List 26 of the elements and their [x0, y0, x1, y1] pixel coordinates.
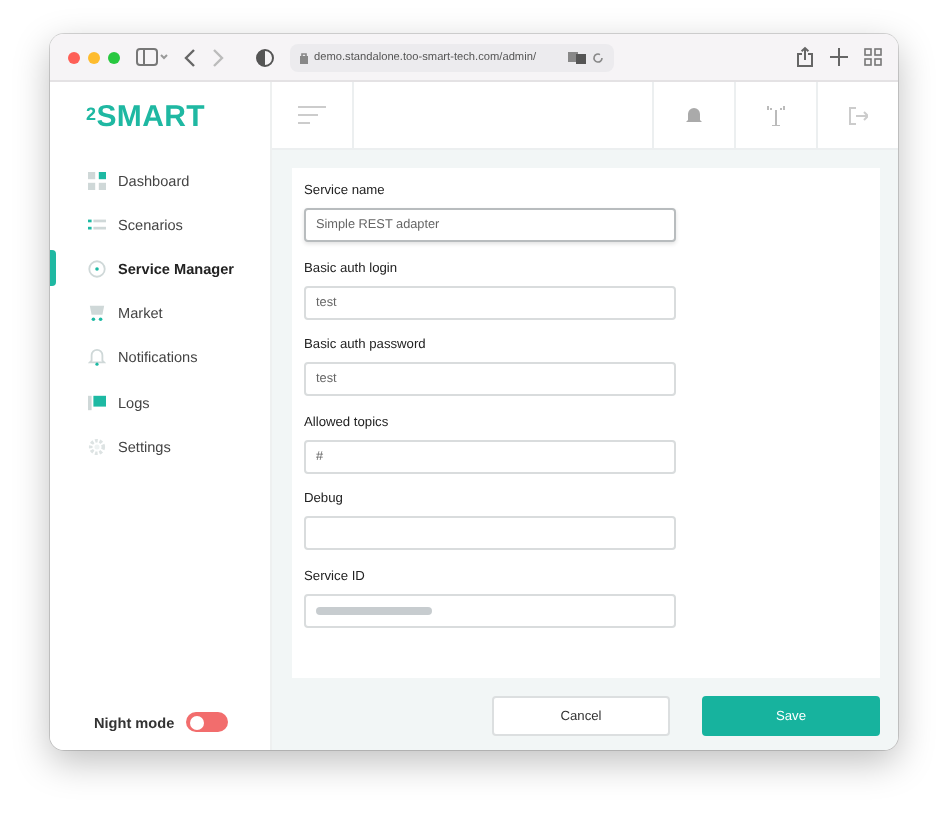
antenna-icon[interactable]	[766, 104, 786, 126]
share-icon[interactable]	[796, 46, 814, 68]
forward-icon[interactable]	[212, 47, 224, 67]
settings-icon	[88, 437, 106, 456]
sidebar-toggle-icon[interactable]	[136, 48, 168, 66]
logo: $^{2}$SMART	[84, 98, 208, 138]
menu-icon[interactable]	[298, 106, 326, 124]
bell-icon[interactable]	[686, 106, 702, 124]
circle-icon	[88, 259, 106, 278]
plus-icon[interactable]	[830, 48, 848, 66]
shield-icon[interactable]	[256, 47, 274, 67]
lock-icon	[300, 51, 308, 63]
flag-icon	[88, 393, 106, 412]
reload-icon[interactable]	[592, 51, 604, 63]
grid-icon	[88, 171, 106, 190]
back-icon[interactable]	[184, 47, 196, 67]
bell-icon	[88, 348, 106, 367]
input-field[interactable]	[304, 593, 676, 628]
translate-icon[interactable]	[568, 51, 586, 63]
input-field[interactable]	[304, 516, 676, 551]
cart-icon	[88, 304, 106, 323]
logout-icon[interactable]	[848, 105, 868, 125]
list-icon	[88, 215, 106, 234]
tabs-overview-icon[interactable]	[864, 48, 882, 66]
blurred-value	[316, 605, 432, 616]
night-mode-toggle[interactable]	[186, 712, 229, 732]
